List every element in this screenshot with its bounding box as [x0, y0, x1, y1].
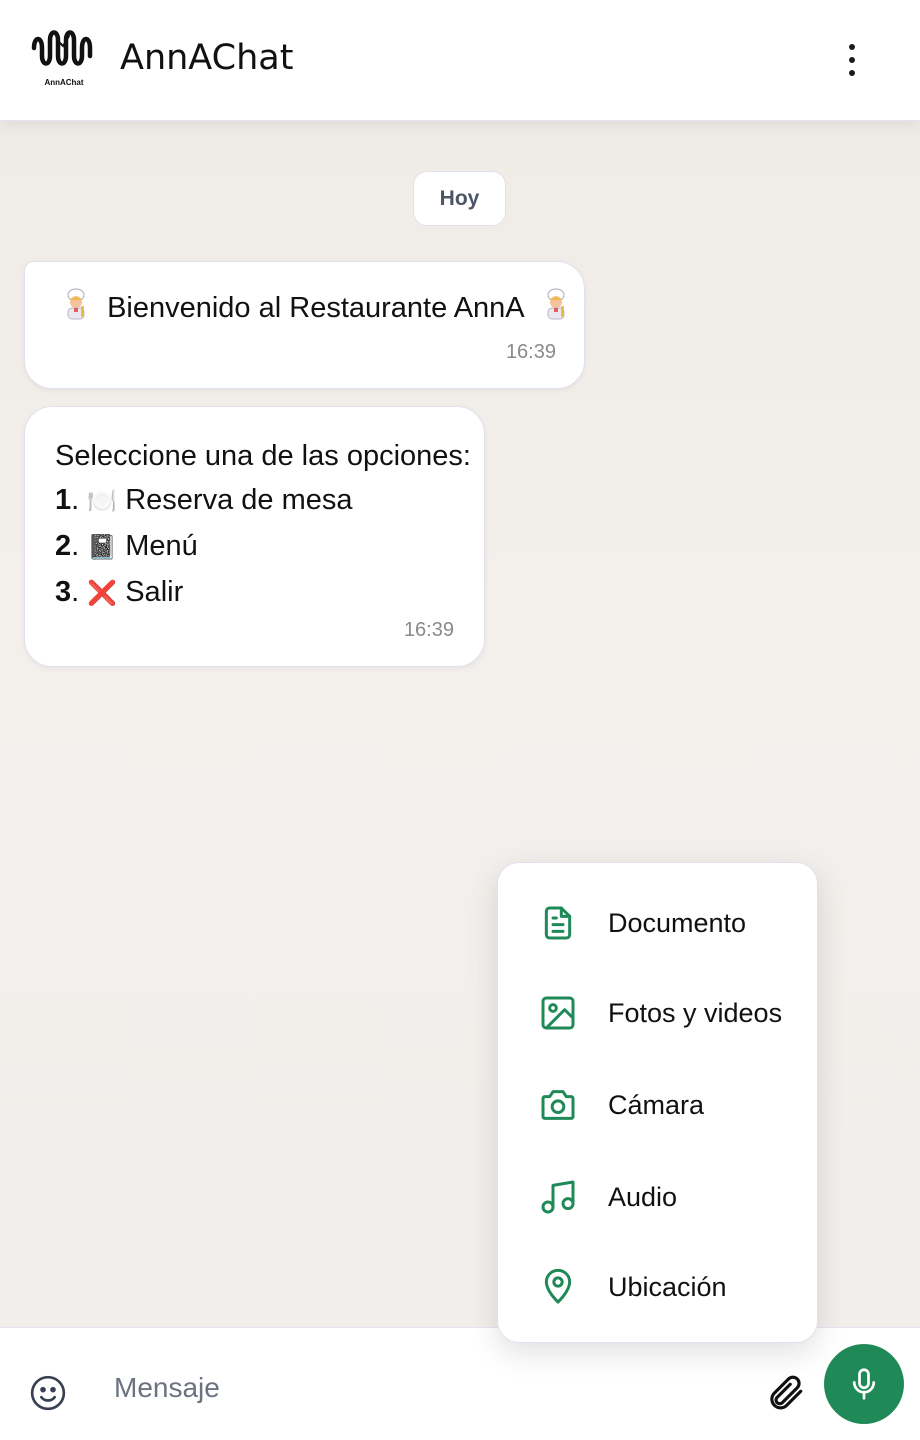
- app-logo: AnnAChat: [30, 26, 98, 90]
- message-bubble[interactable]: Seleccione una de las opciones: 1. 🍽️ Re…: [24, 406, 485, 667]
- menu-item-label: Documento: [608, 907, 747, 938]
- option-line: 3. ❌ Salir: [55, 576, 184, 608]
- message-time: 16:39: [403, 619, 454, 641]
- option-label: Reserva de mesa: [125, 484, 353, 516]
- microphone-button[interactable]: [824, 1344, 904, 1424]
- option-line: 2. 📓 Menú: [55, 530, 198, 562]
- option-line: 1. 🍽️ Reserva de mesa: [55, 484, 353, 516]
- paperclip-icon[interactable]: [764, 1372, 806, 1414]
- attach-document-item[interactable]: Documento: [498, 883, 817, 963]
- music-note-icon: [541, 1180, 575, 1214]
- microphone-icon: [852, 1368, 876, 1400]
- message-bubble[interactable]: Bienvenido al Restaurante AnnA 16:39: [24, 261, 585, 389]
- option-number: 2: [55, 530, 72, 562]
- app-header: AnnAChat AnnAChat: [0, 0, 920, 121]
- plate-emoji-icon: 🍽️: [87, 488, 118, 515]
- option-label: Salir: [125, 576, 184, 608]
- attachment-menu: Documento Fotos y videos Cámara Audio Ub…: [497, 862, 818, 1343]
- kebab-dot: [849, 44, 855, 50]
- attach-location-item[interactable]: Ubicación: [498, 1247, 817, 1327]
- attach-photos-item[interactable]: Fotos y videos: [498, 973, 817, 1053]
- smiley-icon[interactable]: [28, 1373, 68, 1413]
- waveform-logo-icon: [31, 30, 93, 66]
- chef-emoji-icon: [61, 288, 91, 328]
- menu-item-label: Audio: [608, 1181, 678, 1212]
- menu-item-label: Fotos y videos: [608, 997, 783, 1028]
- menu-item-label: Cámara: [608, 1089, 705, 1120]
- document-icon: [544, 906, 572, 940]
- attach-audio-item[interactable]: Audio: [498, 1157, 817, 1237]
- attach-camera-item[interactable]: Cámara: [498, 1065, 817, 1145]
- date-separator: Hoy: [413, 171, 506, 226]
- composer-bar: [0, 1327, 920, 1440]
- location-pin-icon: [544, 1268, 572, 1304]
- options-intro: Seleccione una de las opciones:: [55, 440, 471, 472]
- logo-caption: AnnAChat: [44, 78, 84, 87]
- kebab-dot: [849, 70, 855, 76]
- option-label: Menú: [125, 530, 198, 562]
- message-time: 16:39: [505, 341, 556, 363]
- message-input[interactable]: [100, 1364, 720, 1412]
- notebook-emoji-icon: 📓: [87, 534, 118, 561]
- welcome-text: Bienvenido al Restaurante AnnA: [107, 292, 525, 324]
- camera-icon: [541, 1090, 575, 1120]
- message-text: Bienvenido al Restaurante AnnA: [61, 288, 571, 328]
- message-text: Seleccione una de las opciones: 1. 🍽️ Re…: [55, 434, 471, 616]
- option-number: 3: [55, 576, 72, 608]
- app-title: AnnAChat: [120, 38, 294, 78]
- kebab-menu-icon[interactable]: [836, 40, 868, 80]
- image-icon: [541, 996, 575, 1030]
- chef-emoji-icon: [541, 288, 571, 328]
- option-number: 1: [55, 484, 72, 516]
- kebab-dot: [849, 57, 855, 63]
- menu-item-label: Ubicación: [608, 1271, 727, 1302]
- cross-emoji-icon: ❌: [87, 580, 118, 607]
